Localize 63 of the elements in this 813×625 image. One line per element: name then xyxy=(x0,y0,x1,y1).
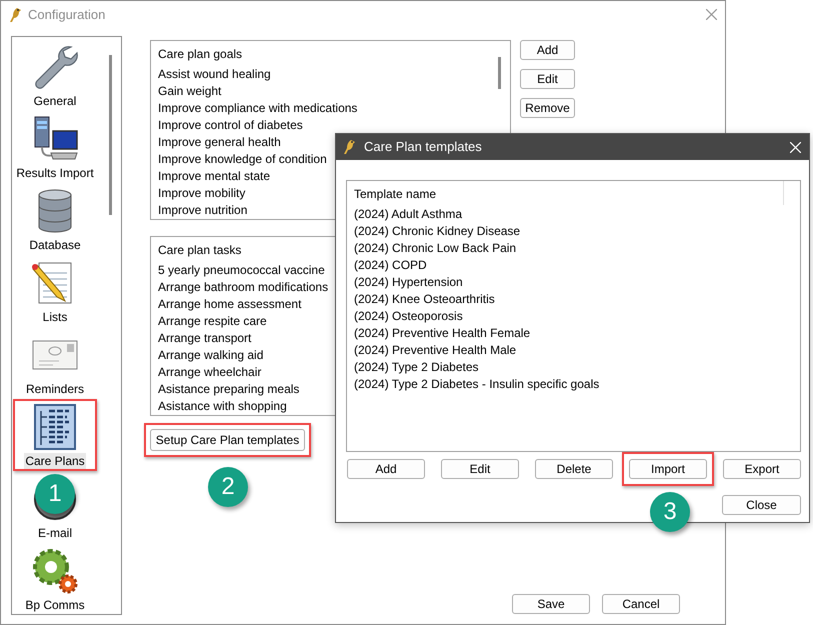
list-item[interactable]: Arrange respite care xyxy=(158,313,267,330)
goal-button[interactable]: Edit xyxy=(520,69,575,89)
footer-button[interactable]: Cancel xyxy=(602,594,680,614)
list-item[interactable]: Arrange wheelchair xyxy=(158,364,262,381)
close-button[interactable]: Close xyxy=(722,495,801,515)
sidebar-item[interactable]: Database xyxy=(28,237,82,253)
template-item[interactable]: (2024) Preventive Health Female xyxy=(354,325,530,342)
goal-button[interactable]: Add xyxy=(520,40,575,60)
step-badge: 2 xyxy=(208,467,248,507)
list-item[interactable]: Improve compliance with medications xyxy=(158,100,358,117)
goal-button[interactable]: Remove xyxy=(520,98,575,118)
template-item[interactable]: (2024) Hypertension xyxy=(354,274,463,291)
sidebar-item[interactable]: Reminders xyxy=(24,381,86,397)
sidebar-item[interactable]: General xyxy=(32,93,78,109)
dialog-button[interactable]: Delete xyxy=(535,459,613,479)
list-item[interactable]: Arrange home assessment xyxy=(158,296,302,313)
template-item[interactable]: (2024) COPD xyxy=(354,257,427,274)
list-item[interactable]: Assist wound healing xyxy=(158,66,271,83)
bird-icon xyxy=(342,139,356,155)
list-item[interactable]: Improve general health xyxy=(158,134,281,151)
sidebar-item[interactable]: Bp Comms xyxy=(24,597,86,613)
dialog-button[interactable]: Export xyxy=(723,459,801,479)
dialog-title: Care Plan templates xyxy=(364,138,482,156)
template-item[interactable]: (2024) Osteoporosis xyxy=(354,308,463,325)
scrollbar-thumb[interactable] xyxy=(109,55,112,215)
list-item[interactable]: Gain weight xyxy=(158,83,222,100)
dialog-button[interactable]: Import xyxy=(629,459,707,479)
dialog-button[interactable]: Add xyxy=(347,459,425,479)
template-item[interactable]: (2024) Chronic Low Back Pain xyxy=(354,240,516,257)
list-item[interactable]: Arrange walking aid xyxy=(158,347,264,364)
list-item[interactable]: Arrange bathroom modifications xyxy=(158,279,328,296)
list-item[interactable]: Improve control of diabetes xyxy=(158,117,303,134)
sidebar-item[interactable]: Results Import xyxy=(15,165,95,181)
list-header: Care plan tasks xyxy=(158,242,242,259)
template-item[interactable]: (2024) Chronic Kidney Disease xyxy=(354,223,520,240)
gears-icon xyxy=(31,547,79,595)
scrollbar-thumb[interactable] xyxy=(498,57,501,89)
list-item[interactable]: Improve mental state xyxy=(158,168,270,185)
template-item[interactable]: (2024) Type 2 Diabetes xyxy=(354,359,479,376)
list-item[interactable]: Improve knowledge of condition xyxy=(158,151,327,168)
sidebar-item[interactable]: Care Plans xyxy=(24,453,86,469)
list-item[interactable]: Asistance with shopping xyxy=(158,398,287,415)
window-title: Configuration xyxy=(28,6,106,24)
setup-templates-button[interactable]: Setup Care Plan templates xyxy=(150,429,305,451)
list-item[interactable]: Improve mobility xyxy=(158,185,246,202)
template-item[interactable]: (2024) Preventive Health Male xyxy=(354,342,516,359)
list-item[interactable]: 5 yearly pneumococcal vaccine xyxy=(158,262,325,279)
list-header: Care plan goals xyxy=(158,46,242,63)
document-outline-icon xyxy=(31,403,79,451)
bird-icon xyxy=(8,6,22,22)
sidebar-item[interactable]: E-mail xyxy=(36,525,73,541)
template-item[interactable]: (2024) Adult Asthma xyxy=(354,206,462,223)
sidebar-item[interactable]: Lists xyxy=(42,309,68,325)
template-item[interactable]: (2024) Knee Osteoarthritis xyxy=(354,291,495,308)
step-badge: 1 xyxy=(35,474,75,514)
dialog-button[interactable]: Edit xyxy=(441,459,519,479)
template-item[interactable]: (2024) Type 2 Diabetes - Insulin specific goals xyxy=(354,376,600,393)
list-item[interactable]: Arrange transport xyxy=(158,330,252,347)
list-item[interactable]: Improve nutrition xyxy=(158,202,248,219)
list-item[interactable]: Asistance preparing meals xyxy=(158,381,300,398)
step-badge: 3 xyxy=(650,492,690,532)
footer-button[interactable]: Save xyxy=(512,594,590,614)
column-header: Template name xyxy=(354,186,436,203)
